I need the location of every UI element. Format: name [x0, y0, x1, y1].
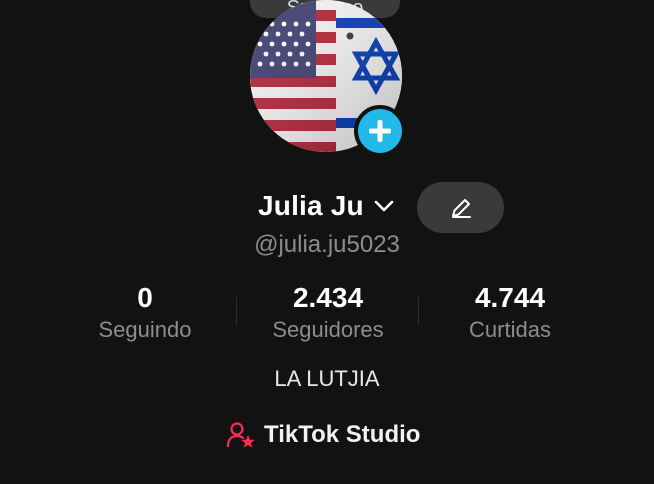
name-row: Julia Ju — [0, 180, 654, 236]
stat-label: Seguindo — [98, 317, 192, 342]
plus-icon — [369, 120, 391, 142]
stat-value: 4.744 — [474, 282, 546, 313]
stat-followers[interactable]: 2.434 Seguidores — [260, 283, 396, 345]
edit-profile-button[interactable] — [417, 182, 504, 233]
pencil-icon — [451, 198, 471, 218]
add-avatar-button[interactable] — [354, 105, 406, 157]
tiktok-studio-link[interactable]: TikTok Studio — [226, 420, 420, 450]
stat-divider — [418, 297, 419, 325]
username: @julia.ju5023 — [254, 231, 400, 258]
stat-following[interactable]: 0 Seguindo — [84, 283, 206, 345]
stats-row: 0 Seguindo 2.434 Seguidores 4.744 Curtid… — [0, 283, 654, 343]
chevron-down-icon[interactable] — [373, 198, 395, 214]
avatar-container[interactable] — [250, 0, 406, 157]
stat-value: 2.434 — [292, 282, 364, 313]
person-star-icon — [226, 422, 255, 448]
stat-divider — [236, 297, 237, 325]
stat-label: Seguidores — [272, 317, 384, 342]
tiktok-studio-label: TikTok Studio — [264, 421, 421, 448]
stat-value: 0 — [137, 282, 153, 313]
display-name[interactable]: Julia Ju — [258, 190, 364, 222]
stat-likes[interactable]: 4.744 Curtidas — [452, 283, 568, 345]
bio-text[interactable]: LA LUTJIA — [0, 366, 654, 392]
stat-label: Curtidas — [469, 317, 551, 342]
